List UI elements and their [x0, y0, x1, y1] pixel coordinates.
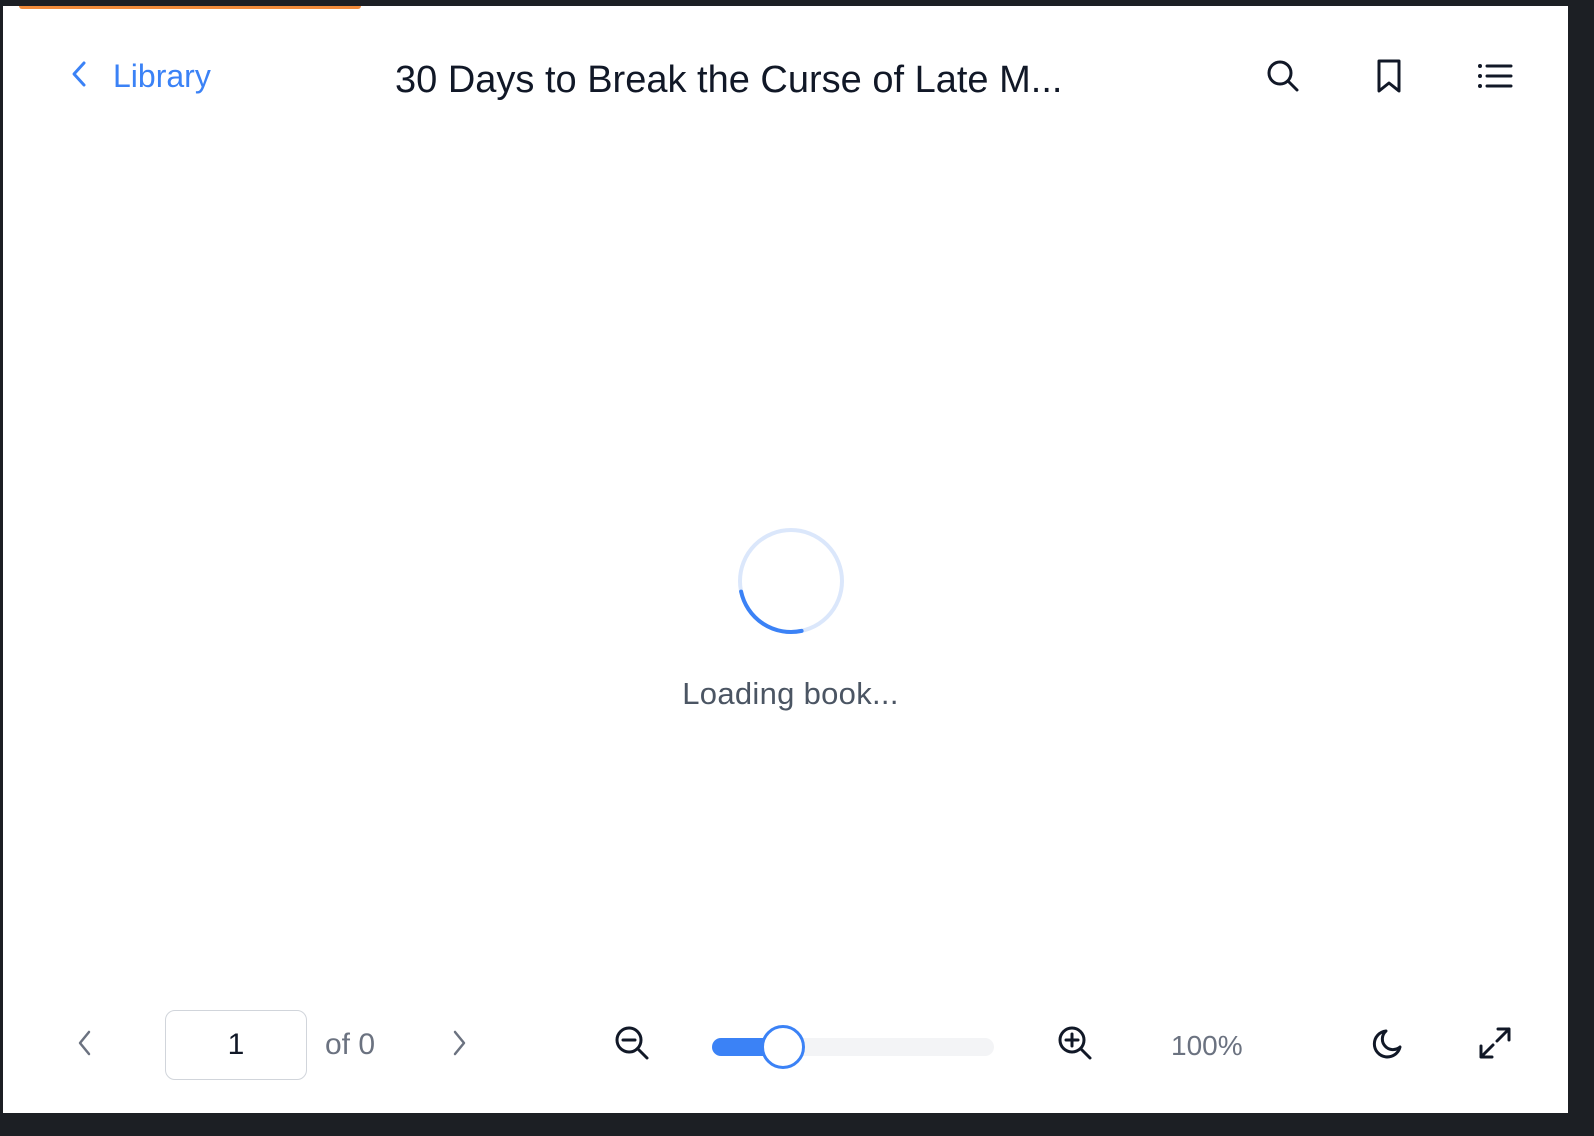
- chevron-left-icon: [69, 58, 89, 95]
- zoom-in-icon: [1057, 1025, 1093, 1066]
- table-of-contents-button[interactable]: [1475, 58, 1515, 98]
- zoom-slider[interactable]: [712, 1025, 994, 1069]
- moon-icon: [1372, 1026, 1406, 1065]
- previous-page-button[interactable]: [63, 1023, 107, 1067]
- next-page-button[interactable]: [437, 1023, 481, 1067]
- zoom-out-button[interactable]: [610, 1023, 654, 1067]
- loading-spinner-icon: [737, 528, 844, 634]
- back-to-library-button[interactable]: Library: [69, 54, 211, 98]
- dark-mode-toggle[interactable]: [1367, 1023, 1411, 1067]
- page-total: of 0: [325, 1028, 376, 1061]
- reader-footer: of 0 100%: [3, 1006, 1568, 1096]
- reader-header: Library 30 Days to Break the Curse of La…: [3, 6, 1568, 146]
- loading-text: Loading book...: [682, 676, 899, 711]
- reader-window: Library 30 Days to Break the Curse of La…: [3, 6, 1568, 1113]
- zoom-out-icon: [614, 1025, 650, 1066]
- zoom-level: 100%: [1171, 1030, 1243, 1061]
- chevron-right-icon: [449, 1028, 469, 1063]
- fullscreen-icon: [1477, 1025, 1513, 1066]
- zoom-in-button[interactable]: [1053, 1023, 1097, 1067]
- bookmark-icon: [1374, 58, 1404, 99]
- page-number-input[interactable]: [165, 1010, 307, 1080]
- book-title: 30 Days to Break the Curse of Late M...: [395, 59, 1063, 101]
- list-icon: [1477, 61, 1513, 96]
- search-icon: [1265, 58, 1301, 99]
- back-label: Library: [113, 57, 211, 94]
- zoom-slider-thumb[interactable]: [760, 1025, 805, 1069]
- loading-indicator: Loading book...: [3, 526, 1568, 712]
- search-button[interactable]: [1263, 58, 1303, 98]
- chevron-left-icon: [75, 1028, 95, 1063]
- fullscreen-button[interactable]: [1473, 1023, 1517, 1067]
- bookmark-button[interactable]: [1369, 58, 1409, 98]
